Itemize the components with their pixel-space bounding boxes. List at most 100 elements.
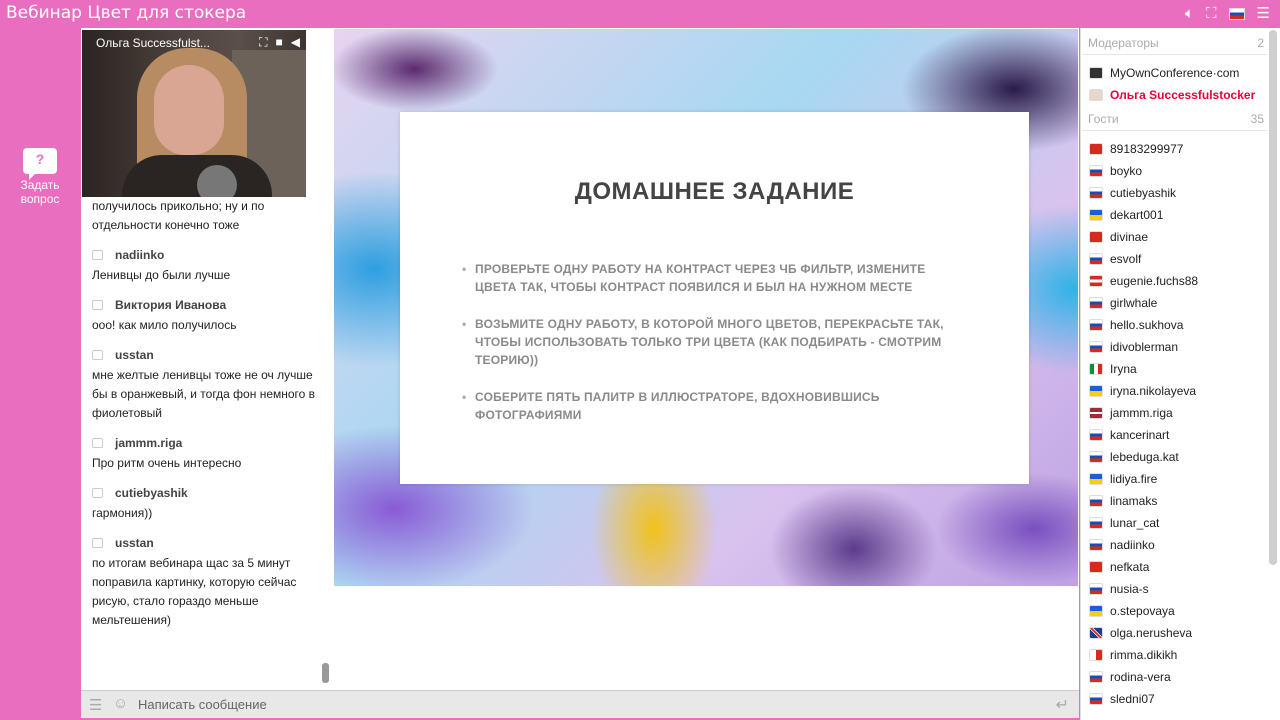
ua-flag-icon (1089, 209, 1103, 221)
participant-name: esvolf (1110, 252, 1142, 266)
slide-title: ДОМАШНЕЕ ЗАДАНИЕ (574, 178, 855, 205)
user-icon (92, 438, 103, 448)
guest-item[interactable]: Iryna (1089, 359, 1137, 379)
participant-name: hello.sukhova (1110, 318, 1184, 332)
participant-name: Ольга Successfulstocker (1110, 88, 1256, 102)
ask-question-button[interactable]: ? Задать вопрос (10, 148, 70, 206)
participant-name: rimma.dikikh (1110, 648, 1178, 662)
guest-item[interactable]: hello.sukhova (1089, 315, 1183, 335)
chat-scrollbar[interactable] (322, 663, 329, 683)
guest-item[interactable]: rimma.dikikh (1089, 645, 1177, 665)
ru-flag-icon (1089, 583, 1103, 595)
participant-name: girlwhale (1110, 296, 1158, 310)
guest-item[interactable]: o.stepovaya (1089, 601, 1175, 621)
slide-bullet-list: ПРОВЕРЬТЕ ОДНУ РАБОТУ НА КОНТРАСТ ЧЕРЕЗ … (462, 260, 962, 443)
participant-name: dekart001 (1110, 208, 1164, 222)
language-flag-ru-icon[interactable] (1228, 8, 1245, 20)
guest-item[interactable]: boyko (1089, 161, 1142, 181)
chat-message-list: получилось прикольно; ну и по отдельност… (92, 197, 320, 630)
guest-item[interactable]: cutiebyashik (1089, 183, 1176, 203)
chat-message-author[interactable]: cutiebyashik (92, 486, 320, 500)
guest-item[interactable]: rodina-vera (1089, 667, 1171, 687)
video-fullscreen-icon[interactable]: ⛶ (259, 35, 267, 50)
guest-item[interactable]: kancerinart (1089, 425, 1169, 445)
chat-message-author[interactable]: usstan (92, 536, 320, 550)
participant-name: nadiinko (1110, 538, 1155, 552)
guest-item[interactable]: eugenie.fuchs88 (1089, 271, 1198, 291)
ru-flag-icon (1089, 319, 1103, 331)
participants-panel: Модераторы 2 Гости 35 MyOwnConference·co… (1080, 28, 1280, 720)
guest-item[interactable]: divinae (1089, 227, 1148, 247)
speaker-name: Ольга Successfulst... (96, 36, 210, 50)
participant-name: Iryna (1110, 362, 1137, 376)
ask-question-label-line1: Задать (20, 178, 60, 192)
menu-icon[interactable]: ☰ (1257, 5, 1270, 23)
guest-item[interactable]: lidiya.fire (1089, 469, 1157, 489)
guest-item[interactable]: iryna.nikolayeva (1089, 381, 1196, 401)
participant-name: eugenie.fuchs88 (1110, 274, 1199, 288)
speaker-volume-icon[interactable]: ◀ (291, 35, 300, 50)
camera-icon[interactable]: ■ (276, 35, 283, 50)
fullscreen-icon[interactable]: ⛶ (1206, 5, 1217, 23)
user-icon (92, 250, 103, 260)
divider (1082, 130, 1267, 131)
participant-name: olga.nerusheva (1110, 626, 1193, 640)
participants-scrollbar[interactable] (1269, 30, 1277, 565)
send-enter-icon[interactable]: ↵ (1056, 695, 1069, 715)
gb-flag-icon (1089, 627, 1103, 639)
speaker-video[interactable]: Ольга Successfulst... ⛶ ■ ◀ (82, 30, 306, 197)
guest-item[interactable]: esvolf (1089, 249, 1141, 269)
guest-item[interactable]: nadiinko (1089, 535, 1155, 555)
guest-item[interactable]: sledni07 (1089, 689, 1155, 709)
guest-item[interactable]: girlwhale (1089, 293, 1157, 313)
participant-name: boyko (1110, 164, 1143, 178)
ru-flag-icon (1089, 693, 1103, 705)
slide-bullet: СОБЕРИТЕ ПЯТЬ ПАЛИТР В ИЛЛЮСТРАТОРЕ, ВДО… (462, 388, 962, 424)
slide-bullet: ВОЗЬМИТЕ ОДНУ РАБОТУ, В КОТОРОЙ МНОГО ЦВ… (462, 315, 962, 369)
guest-item[interactable]: dekart001 (1089, 205, 1163, 225)
avatar-flag-icon (1089, 89, 1103, 101)
emoji-icon[interactable]: ☺ (113, 695, 128, 712)
chat-message-text: ооо! как мило получилось (92, 318, 237, 332)
moderators-count: 2 (1257, 36, 1264, 50)
chat-message-author[interactable]: nadiinko (92, 248, 320, 262)
slide-bullet: ПРОВЕРЬТЕ ОДНУ РАБОТУ НА КОНТРАСТ ЧЕРЕЗ … (462, 260, 962, 296)
guest-item[interactable]: linamaks (1089, 491, 1157, 511)
lv-flag-icon (1089, 407, 1103, 419)
guest-item[interactable]: nusia-s (1089, 579, 1149, 599)
participant-name: o.stepovaya (1110, 604, 1175, 618)
chat-message-text: получилось прикольно; ну и по отдельност… (92, 199, 265, 232)
guest-item[interactable]: lebeduga.kat (1089, 447, 1179, 467)
guests-header: Гости 35 (1088, 112, 1264, 126)
chat-author-name: jammm.riga (115, 436, 183, 450)
chat-author-name: usstan (115, 348, 154, 362)
guest-item[interactable]: olga.nerusheva (1089, 623, 1192, 643)
chat-message: jammm.riga Про ритм очень интересно (92, 436, 320, 473)
divider (1082, 54, 1267, 55)
volume-icon[interactable]: 🔈︎ (1185, 5, 1194, 23)
guest-item[interactable]: idivoblerman (1089, 337, 1178, 357)
participant-name: lidiya.fire (1110, 472, 1158, 486)
guest-item[interactable]: nefkata (1089, 557, 1149, 577)
moderator-item[interactable]: Ольга Successfulstocker (1089, 85, 1255, 105)
participant-name: 89183299977 (1110, 142, 1184, 156)
guest-item[interactable]: 89183299977 (1089, 139, 1183, 159)
guest-item[interactable]: lunar_cat (1089, 513, 1159, 533)
chat-message-author[interactable]: usstan (92, 348, 320, 362)
slide-content-card: ДОМАШНЕЕ ЗАДАНИЕ ПРОВЕРЬТЕ ОДНУ РАБОТУ Н… (400, 112, 1029, 484)
chat-author-name: Виктория Иванова (115, 298, 227, 312)
moc-flag-icon (1089, 67, 1103, 79)
video-controls: ⛶ ■ ◀ (259, 35, 300, 50)
chat-message-author[interactable]: Виктория Иванова (92, 298, 320, 312)
moderators-header: Модераторы 2 (1088, 36, 1264, 50)
chat-message-author[interactable]: jammm.riga (92, 436, 320, 450)
message-input[interactable]: Написать сообщение (138, 697, 267, 712)
ru-flag-icon (1089, 517, 1103, 529)
guest-item[interactable]: jammm.riga (1089, 403, 1173, 423)
question-bubble-icon: ? (23, 148, 57, 180)
ru-flag-icon (1089, 451, 1103, 463)
chat-menu-icon[interactable]: ☰ (89, 696, 102, 714)
chat-message: cutiebyashik гармония)) (92, 486, 320, 523)
ask-question-label-line2: вопрос (20, 192, 60, 206)
moderator-item[interactable]: MyOwnConference·com (1089, 63, 1239, 83)
